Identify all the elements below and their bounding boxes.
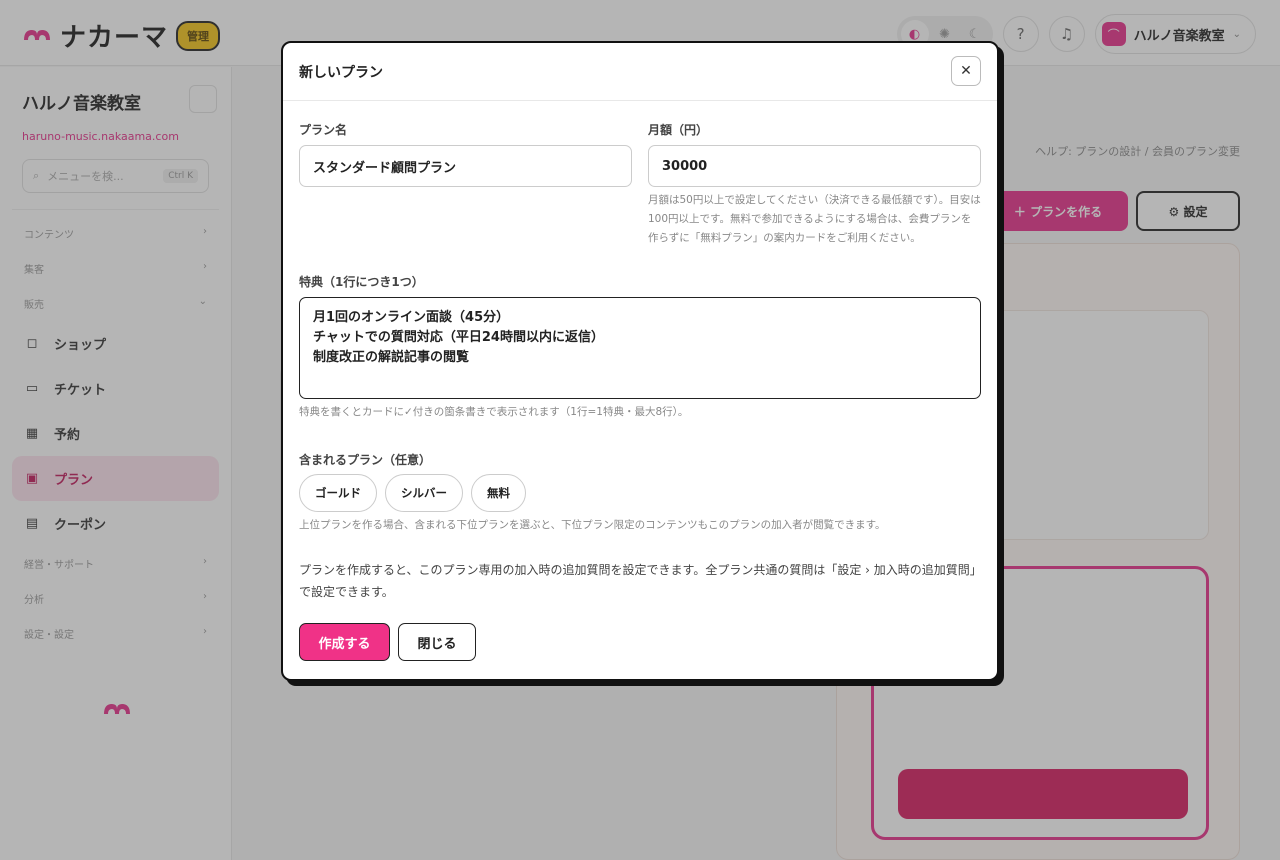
- benefit-line: チャットでの質問対応（平日24時間以内に返信）: [313, 330, 604, 346]
- dialog-title: 新しいプラン: [299, 64, 383, 81]
- new-plan-dialog: 新しいプラン ✕ プラン名 スタンダード顧問プラン 月額（円） 30000 月額…: [281, 41, 999, 681]
- included-plans-options: ゴールド シルバー 無料: [299, 474, 526, 512]
- included-plans-hint: 上位プランを作る場合、含まれる下位プランを選ぶと、下位プラン限定のコンテンツもこ…: [299, 519, 886, 531]
- included-plan-silver[interactable]: シルバー: [385, 474, 463, 512]
- benefits-hint: 特典を書くとカードに✓付きの箇条書きで表示されます（1行=1特典・最大8行）。: [299, 406, 689, 418]
- dialog-actions: 作成する 閉じる: [299, 623, 476, 661]
- included-plans-label: 含まれるプラン（任意）: [299, 453, 432, 467]
- close-icon[interactable]: ✕: [951, 56, 981, 86]
- price-hint: 月額は50円以上で設定してください（決済できる最低額です）。目安は100円以上で…: [648, 194, 981, 244]
- benefits-label: 特典（1行につき1つ）: [299, 275, 424, 289]
- benefit-line: 月1回のオンライン面談（45分）: [313, 310, 510, 325]
- close-button[interactable]: 閉じる: [398, 623, 476, 661]
- included-plan-gold[interactable]: ゴールド: [299, 474, 377, 512]
- price-input[interactable]: 30000: [648, 145, 981, 187]
- dialog-header: 新しいプラン ✕: [283, 43, 997, 101]
- included-plan-free[interactable]: 無料: [471, 474, 526, 512]
- benefit-line: 制度改正の解説記事の閲覧: [313, 350, 470, 366]
- create-button[interactable]: 作成する: [299, 623, 390, 661]
- plan-name-input[interactable]: スタンダード顧問プラン: [299, 145, 632, 187]
- benefits-textarea[interactable]: 月1回のオンライン面談（45分） チャットでの質問対応（平日24時間以内に返信）…: [299, 297, 981, 399]
- price-label: 月額（円）: [648, 123, 709, 137]
- plan-name-label: プラン名: [299, 123, 348, 137]
- post-create-note: プランを作成すると、このプラン専用の加入時の追加質問を設定できます。全プラン共通…: [299, 563, 976, 599]
